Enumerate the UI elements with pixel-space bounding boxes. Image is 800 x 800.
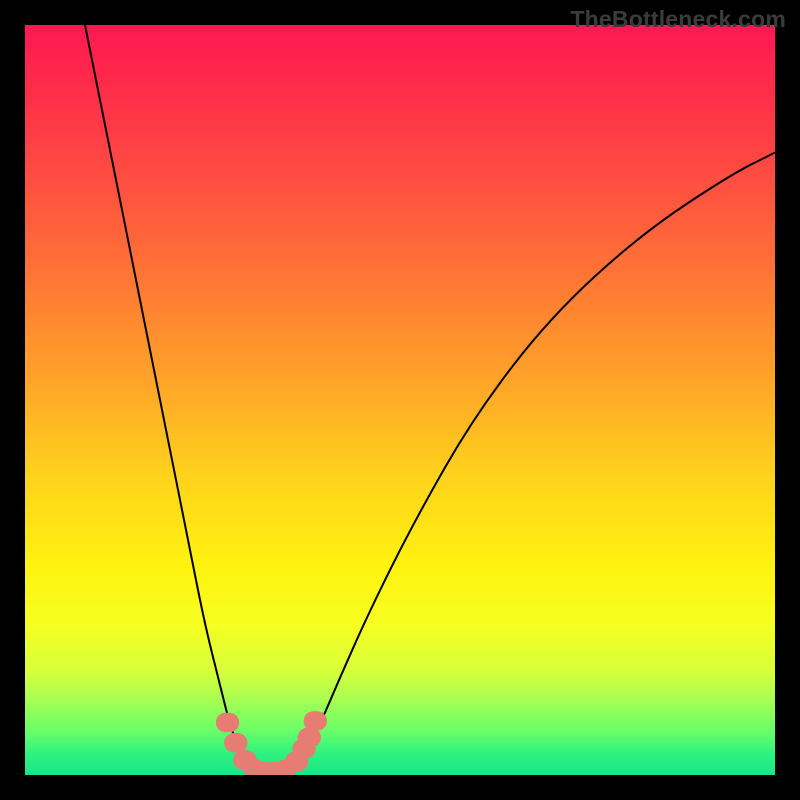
bottleneck-curve-svg (25, 25, 775, 775)
data-marker (224, 733, 247, 753)
data-marker (304, 711, 327, 731)
chart-stage: TheBottleneck.com (0, 0, 800, 800)
data-markers (216, 711, 327, 775)
watermark-text: TheBottleneck.com (570, 6, 786, 33)
plot-area (25, 25, 775, 775)
bottleneck-curve (85, 25, 775, 771)
data-marker (216, 713, 239, 733)
